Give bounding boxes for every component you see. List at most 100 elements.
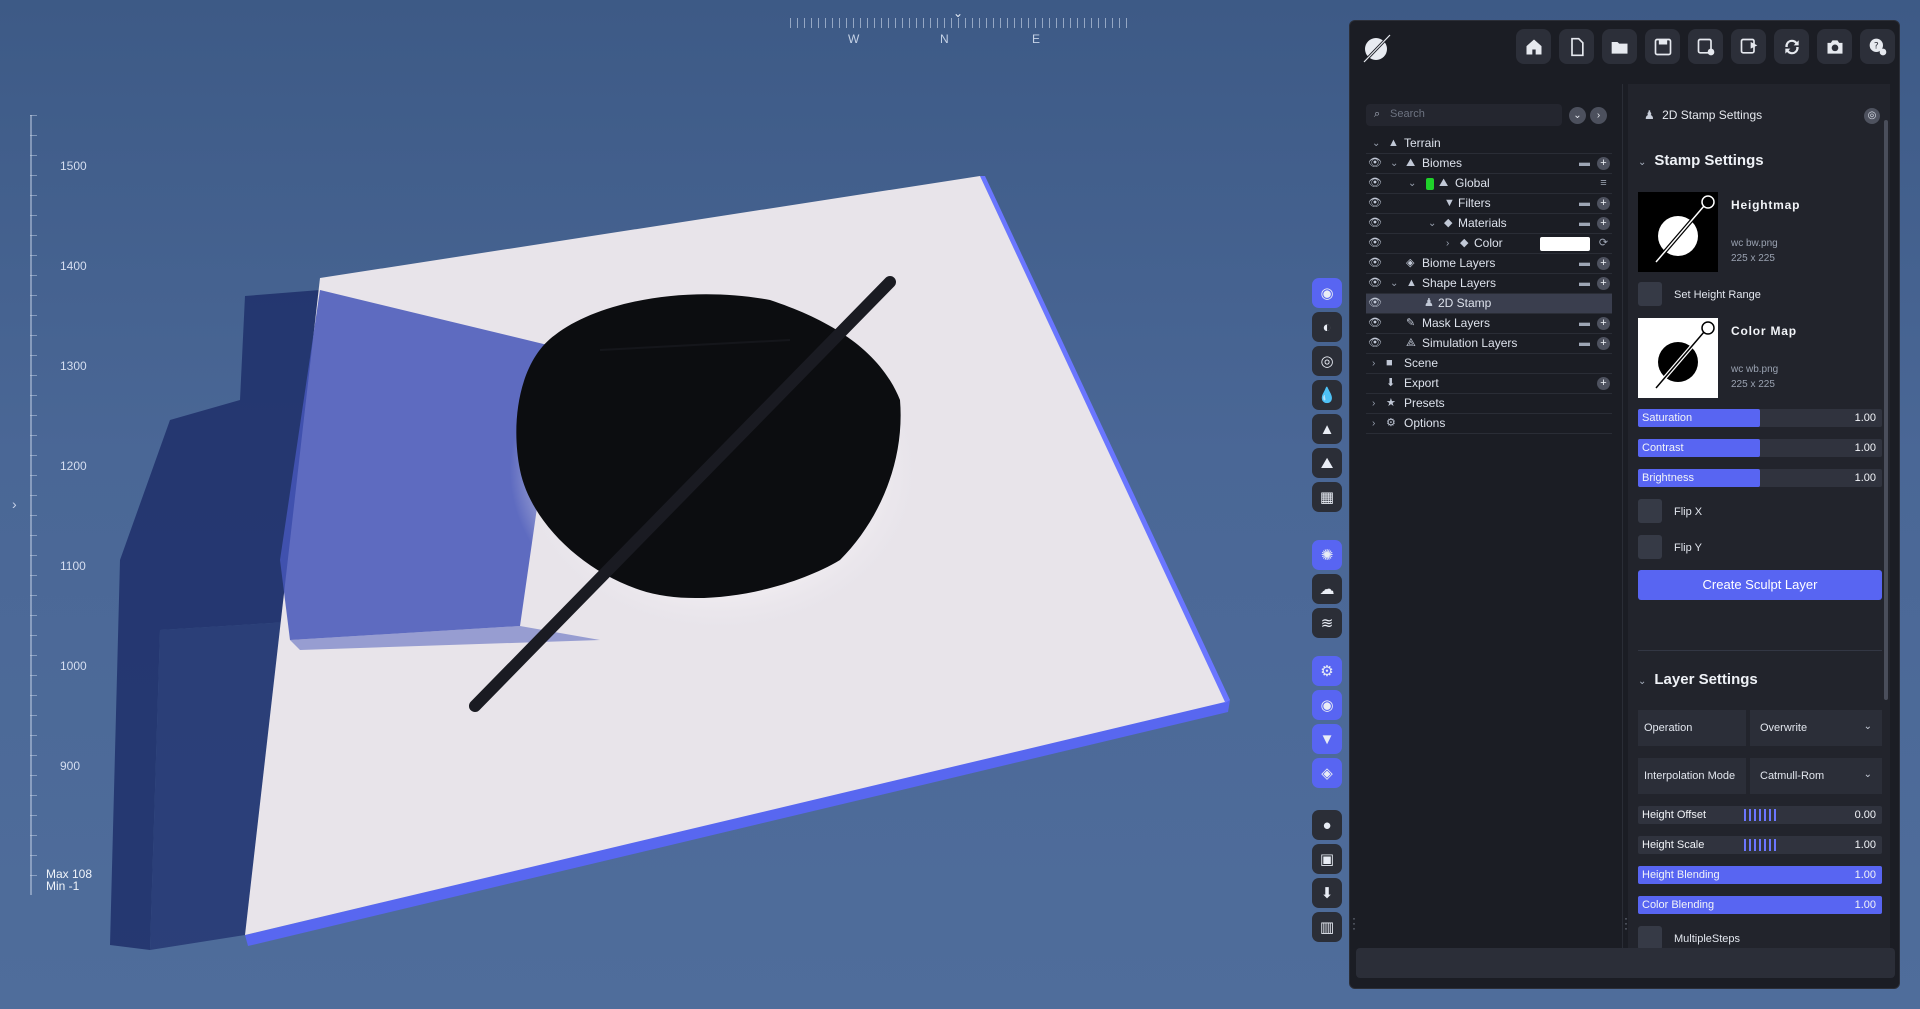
set-height-range-checkbox[interactable] [1638, 282, 1662, 306]
add-icon[interactable]: + [1597, 257, 1610, 270]
heightmap-thumbnail[interactable] [1638, 192, 1718, 272]
folder-icon[interactable]: ▬ [1578, 337, 1591, 350]
tree-row-2d-stamp[interactable]: 👁 ♟ 2D Stamp [1366, 294, 1612, 314]
add-icon[interactable]: + [1597, 337, 1610, 350]
grid-icon[interactable]: ▦ [1312, 482, 1342, 512]
save-icon[interactable] [1645, 29, 1680, 64]
height-scale-slider[interactable]: Height Scale 1.00 [1638, 836, 1882, 854]
chevron-right-icon[interactable]: › [1372, 394, 1375, 413]
chevron-down-icon[interactable]: ⌄ [1408, 174, 1416, 193]
eye-icon[interactable]: ◉ [1312, 690, 1342, 720]
tree-row-presets[interactable]: › ★ Presets [1366, 394, 1612, 414]
water-drop-icon[interactable]: 💧 [1312, 380, 1342, 410]
chevron-down-icon[interactable]: ⌄ [1428, 214, 1436, 233]
visibility-eye-icon[interactable]: 👁 [1368, 314, 1382, 333]
help-icon[interactable]: ? [1860, 29, 1895, 64]
search-input[interactable]: ⌕ Search [1366, 104, 1562, 126]
filter-icon[interactable]: ▼ [1312, 724, 1342, 754]
cloud-icon[interactable]: ☁ [1312, 574, 1342, 604]
folder-icon[interactable]: ▬ [1578, 157, 1591, 170]
tree-row-filters[interactable]: 👁 ▼ Filters ▬ + [1366, 194, 1612, 214]
visibility-eye-icon[interactable]: 👁 [1368, 154, 1382, 173]
visibility-eye-icon[interactable]: 👁 [1368, 214, 1382, 233]
stamp-settings-header[interactable]: ⌄ Stamp Settings [1638, 152, 1764, 169]
fog-icon[interactable]: ≋ [1312, 608, 1342, 638]
refresh-icon[interactable] [1774, 29, 1809, 64]
home-icon[interactable] [1516, 29, 1551, 64]
tree-row-shape-layers[interactable]: 👁 ⌄ ▲ Shape Layers ▬ + [1366, 274, 1612, 294]
save-as-icon[interactable] [1688, 29, 1723, 64]
add-icon[interactable]: + [1597, 317, 1610, 330]
layer-settings-header[interactable]: ⌄ Layer Settings [1638, 671, 1758, 688]
height-blending-slider[interactable]: Height Blending 1.00 [1638, 866, 1882, 884]
interpolation-select[interactable]: Catmull-Rom ⌄ [1750, 758, 1882, 794]
tree-row-color[interactable]: 👁 › ◆ Color ⟳ [1366, 234, 1612, 254]
visibility-eye-icon[interactable]: 👁 [1368, 234, 1382, 253]
pane-divider[interactable] [1622, 84, 1623, 951]
tree-row-scene[interactable]: › ■ Scene [1366, 354, 1612, 374]
color-swatch[interactable] [1540, 237, 1590, 251]
drag-handle-icon[interactable]: · · · [1352, 912, 1356, 934]
expand-left-chevron-icon[interactable]: › [12, 496, 17, 512]
visibility-eye-icon[interactable]: 👁 [1368, 334, 1382, 353]
add-icon[interactable]: + [1597, 377, 1610, 390]
height-offset-slider[interactable]: Height Offset 0.00 [1638, 806, 1882, 824]
3d-viewport[interactable]: ⌄ W N E 1500 1400 1300 1200 1100 1000 90… [0, 0, 1350, 1009]
tree-row-materials[interactable]: 👁 ⌄ ◆ Materials ▬ + [1366, 214, 1612, 234]
landscape-icon[interactable]: ⛰ [1312, 448, 1342, 478]
flip-x-checkbox[interactable] [1638, 499, 1662, 523]
collapse-all-icon[interactable]: ⌄ [1569, 107, 1586, 124]
visibility-eye-icon[interactable]: 👁 [1368, 174, 1382, 193]
gears-icon[interactable]: ⚙ [1312, 656, 1342, 686]
refresh-icon[interactable]: ⟳ [1597, 237, 1610, 250]
chevron-right-icon[interactable]: › [1446, 234, 1449, 253]
new-file-icon[interactable] [1559, 29, 1594, 64]
open-folder-icon[interactable] [1602, 29, 1637, 64]
color-blending-slider[interactable]: Color Blending 1.00 [1638, 896, 1882, 914]
camera-icon[interactable] [1817, 29, 1852, 64]
tree-row-global[interactable]: 👁 ⌄ ⛰ Global ≡ [1366, 174, 1612, 194]
multiple-steps-checkbox[interactable] [1638, 926, 1662, 950]
stats-icon[interactable]: ▥ [1312, 912, 1342, 942]
target-tool-icon[interactable]: ◎ [1312, 346, 1342, 376]
tree-row-mask-layers[interactable]: 👁 ✎ Mask Layers ▬ + [1366, 314, 1612, 334]
mountain-icon[interactable]: ▲ [1312, 414, 1342, 444]
tree-row-terrain[interactable]: ⌄ ▲ Terrain [1366, 134, 1612, 154]
operation-select[interactable]: Overwrite ⌄ [1750, 710, 1882, 746]
visibility-eye-icon[interactable]: 👁 [1368, 274, 1382, 293]
tree-row-biome-layers[interactable]: 👁 ◈ Biome Layers ▬ + [1366, 254, 1612, 274]
image-icon[interactable]: ▣ [1312, 844, 1342, 874]
flip-y-checkbox[interactable] [1638, 535, 1662, 559]
create-sculpt-layer-button[interactable]: Create Sculpt Layer [1638, 570, 1882, 600]
layers-small-icon[interactable]: ≡ [1597, 177, 1610, 190]
brightness-slider[interactable]: Brightness 1.00 [1638, 469, 1882, 487]
chevron-down-icon[interactable]: ⌄ [1390, 274, 1398, 293]
add-icon[interactable]: + [1597, 217, 1610, 230]
visibility-eye-icon[interactable]: 👁 [1368, 254, 1382, 273]
visibility-eye-icon[interactable]: 👁 [1368, 194, 1382, 213]
tree-row-export[interactable]: ⬇ Export + [1366, 374, 1612, 394]
colormap-thumbnail[interactable] [1638, 318, 1718, 398]
tree-row-options[interactable]: › ⚙ Options [1366, 414, 1612, 434]
folder-icon[interactable]: ▬ [1578, 217, 1591, 230]
add-icon[interactable]: + [1597, 157, 1610, 170]
jog-dial-icon[interactable] [1744, 809, 1776, 821]
jog-dial-icon[interactable] [1744, 839, 1776, 851]
export-icon[interactable] [1731, 29, 1766, 64]
record-icon[interactable]: ● [1312, 810, 1342, 840]
layers-icon[interactable]: ◈ [1312, 758, 1342, 788]
saturation-slider[interactable]: Saturation 1.00 [1638, 409, 1882, 427]
folder-icon[interactable]: ▬ [1578, 317, 1591, 330]
visibility-eye-icon[interactable]: 👁 [1368, 294, 1382, 313]
folder-icon[interactable]: ▬ [1578, 197, 1591, 210]
expand-all-icon[interactable]: › [1590, 107, 1607, 124]
sun-icon[interactable]: ✺ [1312, 540, 1342, 570]
scrollbar[interactable] [1884, 120, 1888, 700]
chevron-down-icon[interactable]: ⌄ [1390, 154, 1398, 173]
tree-row-biomes[interactable]: 👁 ⌄ ⛰ Biomes ▬ + [1366, 154, 1612, 174]
folder-icon[interactable]: ▬ [1578, 257, 1591, 270]
contrast-slider[interactable]: Contrast 1.00 [1638, 439, 1882, 457]
add-icon[interactable]: + [1597, 197, 1610, 210]
chevron-right-icon[interactable]: › [1372, 354, 1375, 373]
settings-options-icon[interactable]: ◎ [1864, 108, 1880, 124]
